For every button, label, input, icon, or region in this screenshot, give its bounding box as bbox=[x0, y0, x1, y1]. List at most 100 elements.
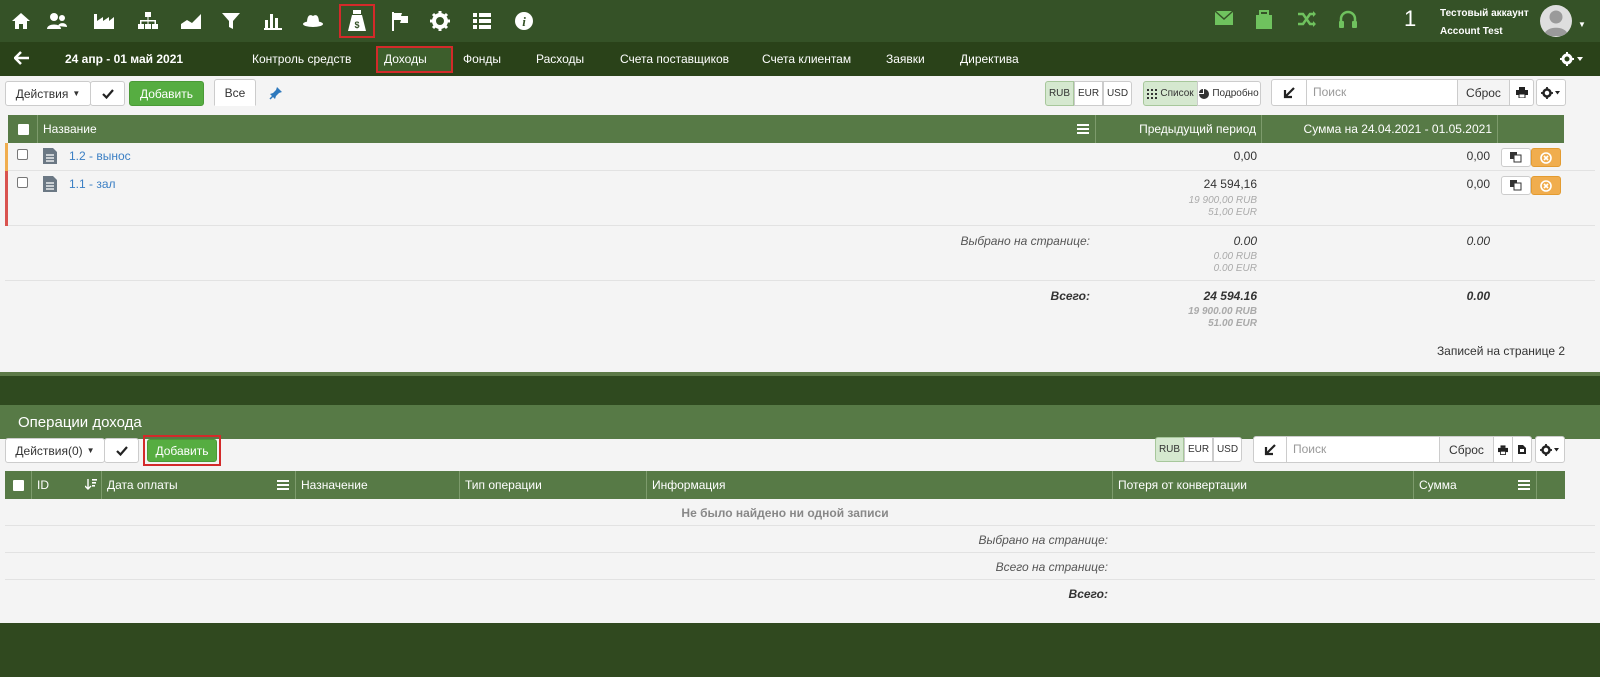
currency-rub[interactable]: RUB bbox=[1045, 81, 1074, 106]
header-payment-date[interactable]: Дата оплаты bbox=[101, 471, 295, 499]
filter-icon[interactable] bbox=[216, 6, 246, 36]
copy-button[interactable] bbox=[1501, 176, 1531, 195]
close-circle-icon bbox=[1540, 151, 1552, 164]
info-icon[interactable]: i bbox=[509, 6, 539, 36]
print-button[interactable] bbox=[1509, 79, 1534, 106]
header-sum[interactable]: Сумма на 24.04.2021 - 01.05.2021 bbox=[1261, 115, 1497, 143]
gear-icon[interactable] bbox=[425, 6, 455, 36]
row-name-link[interactable]: 1.2 - вынос bbox=[69, 149, 131, 163]
header-name[interactable]: Название bbox=[37, 115, 1095, 143]
currency-eur[interactable]: EUR bbox=[1184, 437, 1213, 462]
header-amount[interactable]: Сумма bbox=[1413, 471, 1536, 499]
row-checkbox[interactable] bbox=[17, 177, 28, 188]
nav-item-supplier-invoices[interactable]: Счета поставщиков bbox=[620, 52, 729, 66]
table-header: Название Предыдущий период Сумма на 24.0… bbox=[8, 115, 1564, 143]
view-list-label: Список bbox=[1160, 88, 1194, 99]
pin-icon bbox=[268, 86, 282, 100]
header-prev-period[interactable]: Предыдущий период bbox=[1095, 115, 1261, 143]
total-label: Всего: bbox=[1068, 587, 1108, 601]
notification-count[interactable]: 1 bbox=[1404, 6, 1416, 32]
nav-item-expenses[interactable]: Расходы bbox=[536, 52, 584, 66]
copy-button[interactable] bbox=[1501, 148, 1531, 167]
account-info[interactable]: Тестовый аккаунт Account Test bbox=[1440, 5, 1529, 41]
view-detail-button[interactable]: Подробно bbox=[1197, 81, 1261, 106]
empty-row: Не было найдено ни одной записи bbox=[5, 499, 1595, 526]
date-range[interactable]: 24 апр - 01 май 2021 bbox=[65, 52, 183, 66]
column-menu-icon bbox=[1518, 480, 1530, 490]
hat-icon[interactable] bbox=[298, 6, 328, 36]
currency-usd[interactable]: USD bbox=[1103, 81, 1132, 106]
nav-item-control[interactable]: Контроль средств bbox=[252, 52, 351, 66]
reset-button[interactable]: Сброс bbox=[1457, 79, 1510, 106]
print-icon bbox=[1498, 444, 1508, 455]
actions-label: Действия(0) bbox=[15, 443, 83, 458]
back-arrow-icon[interactable] bbox=[14, 51, 30, 65]
header-purpose[interactable]: Назначение bbox=[295, 471, 459, 499]
header-actions bbox=[1497, 115, 1564, 143]
currency-eur[interactable]: EUR bbox=[1074, 81, 1103, 106]
mail-icon[interactable] bbox=[1214, 10, 1234, 26]
select-all-checkbox[interactable] bbox=[13, 480, 24, 491]
row-prev-rub: 19 900,00 RUB bbox=[1188, 195, 1257, 206]
shuffle-icon[interactable] bbox=[1297, 10, 1317, 28]
factory-icon[interactable] bbox=[89, 6, 119, 36]
settings-gear-icon[interactable] bbox=[1560, 52, 1584, 66]
currency-usd[interactable]: USD bbox=[1213, 437, 1242, 462]
currency-rub[interactable]: RUB bbox=[1155, 437, 1184, 462]
org-chart-icon[interactable] bbox=[133, 6, 163, 36]
header-id[interactable]: ID bbox=[31, 471, 103, 499]
list-icon[interactable] bbox=[467, 6, 497, 36]
export-button[interactable] bbox=[1512, 436, 1532, 463]
header-id-label: ID bbox=[37, 478, 49, 492]
tab-all[interactable]: Все bbox=[214, 79, 256, 106]
nav-item-requests[interactable]: Заявки bbox=[886, 52, 925, 66]
pin-tab[interactable] bbox=[258, 79, 293, 106]
delete-button[interactable] bbox=[1531, 176, 1561, 195]
search-input[interactable]: Поиск bbox=[1286, 436, 1440, 463]
document-icon bbox=[43, 176, 57, 192]
print-button[interactable] bbox=[1493, 436, 1513, 463]
actions-label: Действия bbox=[15, 86, 69, 101]
area-chart-icon[interactable] bbox=[176, 6, 206, 36]
briefcase-icon[interactable] bbox=[1255, 10, 1273, 30]
table-settings-button[interactable] bbox=[1536, 79, 1566, 106]
reset-button[interactable]: Сброс bbox=[1439, 436, 1494, 463]
selected-prev: 0.00 bbox=[1233, 234, 1257, 248]
chevron-down-icon[interactable]: ▼ bbox=[1578, 20, 1586, 29]
row-name-link[interactable]: 1.1 - зал bbox=[69, 177, 116, 191]
nav-item-income[interactable]: Доходы bbox=[384, 52, 427, 66]
money-bag-icon[interactable]: $ bbox=[339, 4, 375, 38]
table-row[interactable]: 1.2 - вынос 0,00 0,00 bbox=[5, 143, 1595, 171]
total-row: Всего: 24 594.16 19 900.00 RUB 51.00 EUR… bbox=[5, 281, 1595, 337]
bar-chart-icon[interactable] bbox=[258, 6, 288, 36]
users-icon[interactable] bbox=[42, 6, 72, 36]
headset-icon[interactable] bbox=[1338, 10, 1358, 30]
nav-item-directive[interactable]: Директива bbox=[960, 52, 1019, 66]
row-checkbox[interactable] bbox=[17, 149, 28, 160]
avatar[interactable] bbox=[1540, 5, 1572, 37]
collapse-arrow-button[interactable] bbox=[1253, 436, 1287, 463]
header-operation-type[interactable]: Тип операции bbox=[459, 471, 646, 499]
actions-dropdown[interactable]: Действия(0) ▼ bbox=[5, 438, 105, 463]
confirm-button[interactable] bbox=[104, 438, 139, 463]
flag-icon[interactable] bbox=[385, 6, 415, 36]
collapse-arrow-button[interactable] bbox=[1271, 79, 1307, 106]
add-operation-button[interactable]: Добавить bbox=[147, 439, 217, 462]
nav-item-client-invoices[interactable]: Счета клиентам bbox=[762, 52, 851, 66]
view-list-button[interactable]: Список bbox=[1143, 81, 1198, 106]
page-total-row: Всего на странице: bbox=[5, 553, 1595, 580]
confirm-button[interactable] bbox=[90, 81, 125, 106]
table-row[interactable]: 1.1 - зал 24 594,16 19 900,00 RUB 51,00 … bbox=[5, 171, 1595, 226]
table-settings-button[interactable] bbox=[1535, 436, 1565, 463]
nav-item-funds[interactable]: Фонды bbox=[463, 52, 501, 66]
select-all-checkbox[interactable] bbox=[18, 124, 29, 135]
add-button[interactable]: Добавить bbox=[129, 81, 204, 106]
header-info[interactable]: Информация bbox=[646, 471, 1112, 499]
row-sum-value: 0,00 bbox=[1466, 149, 1490, 163]
header-conversion-loss[interactable]: Потеря от конвертации bbox=[1112, 471, 1413, 499]
search-input[interactable]: Поиск bbox=[1306, 79, 1458, 106]
empty-message: Не было найдено ни одной записи bbox=[681, 506, 889, 520]
delete-button[interactable] bbox=[1531, 148, 1561, 167]
home-icon[interactable] bbox=[6, 6, 36, 36]
actions-dropdown[interactable]: Действия ▼ bbox=[5, 81, 91, 106]
